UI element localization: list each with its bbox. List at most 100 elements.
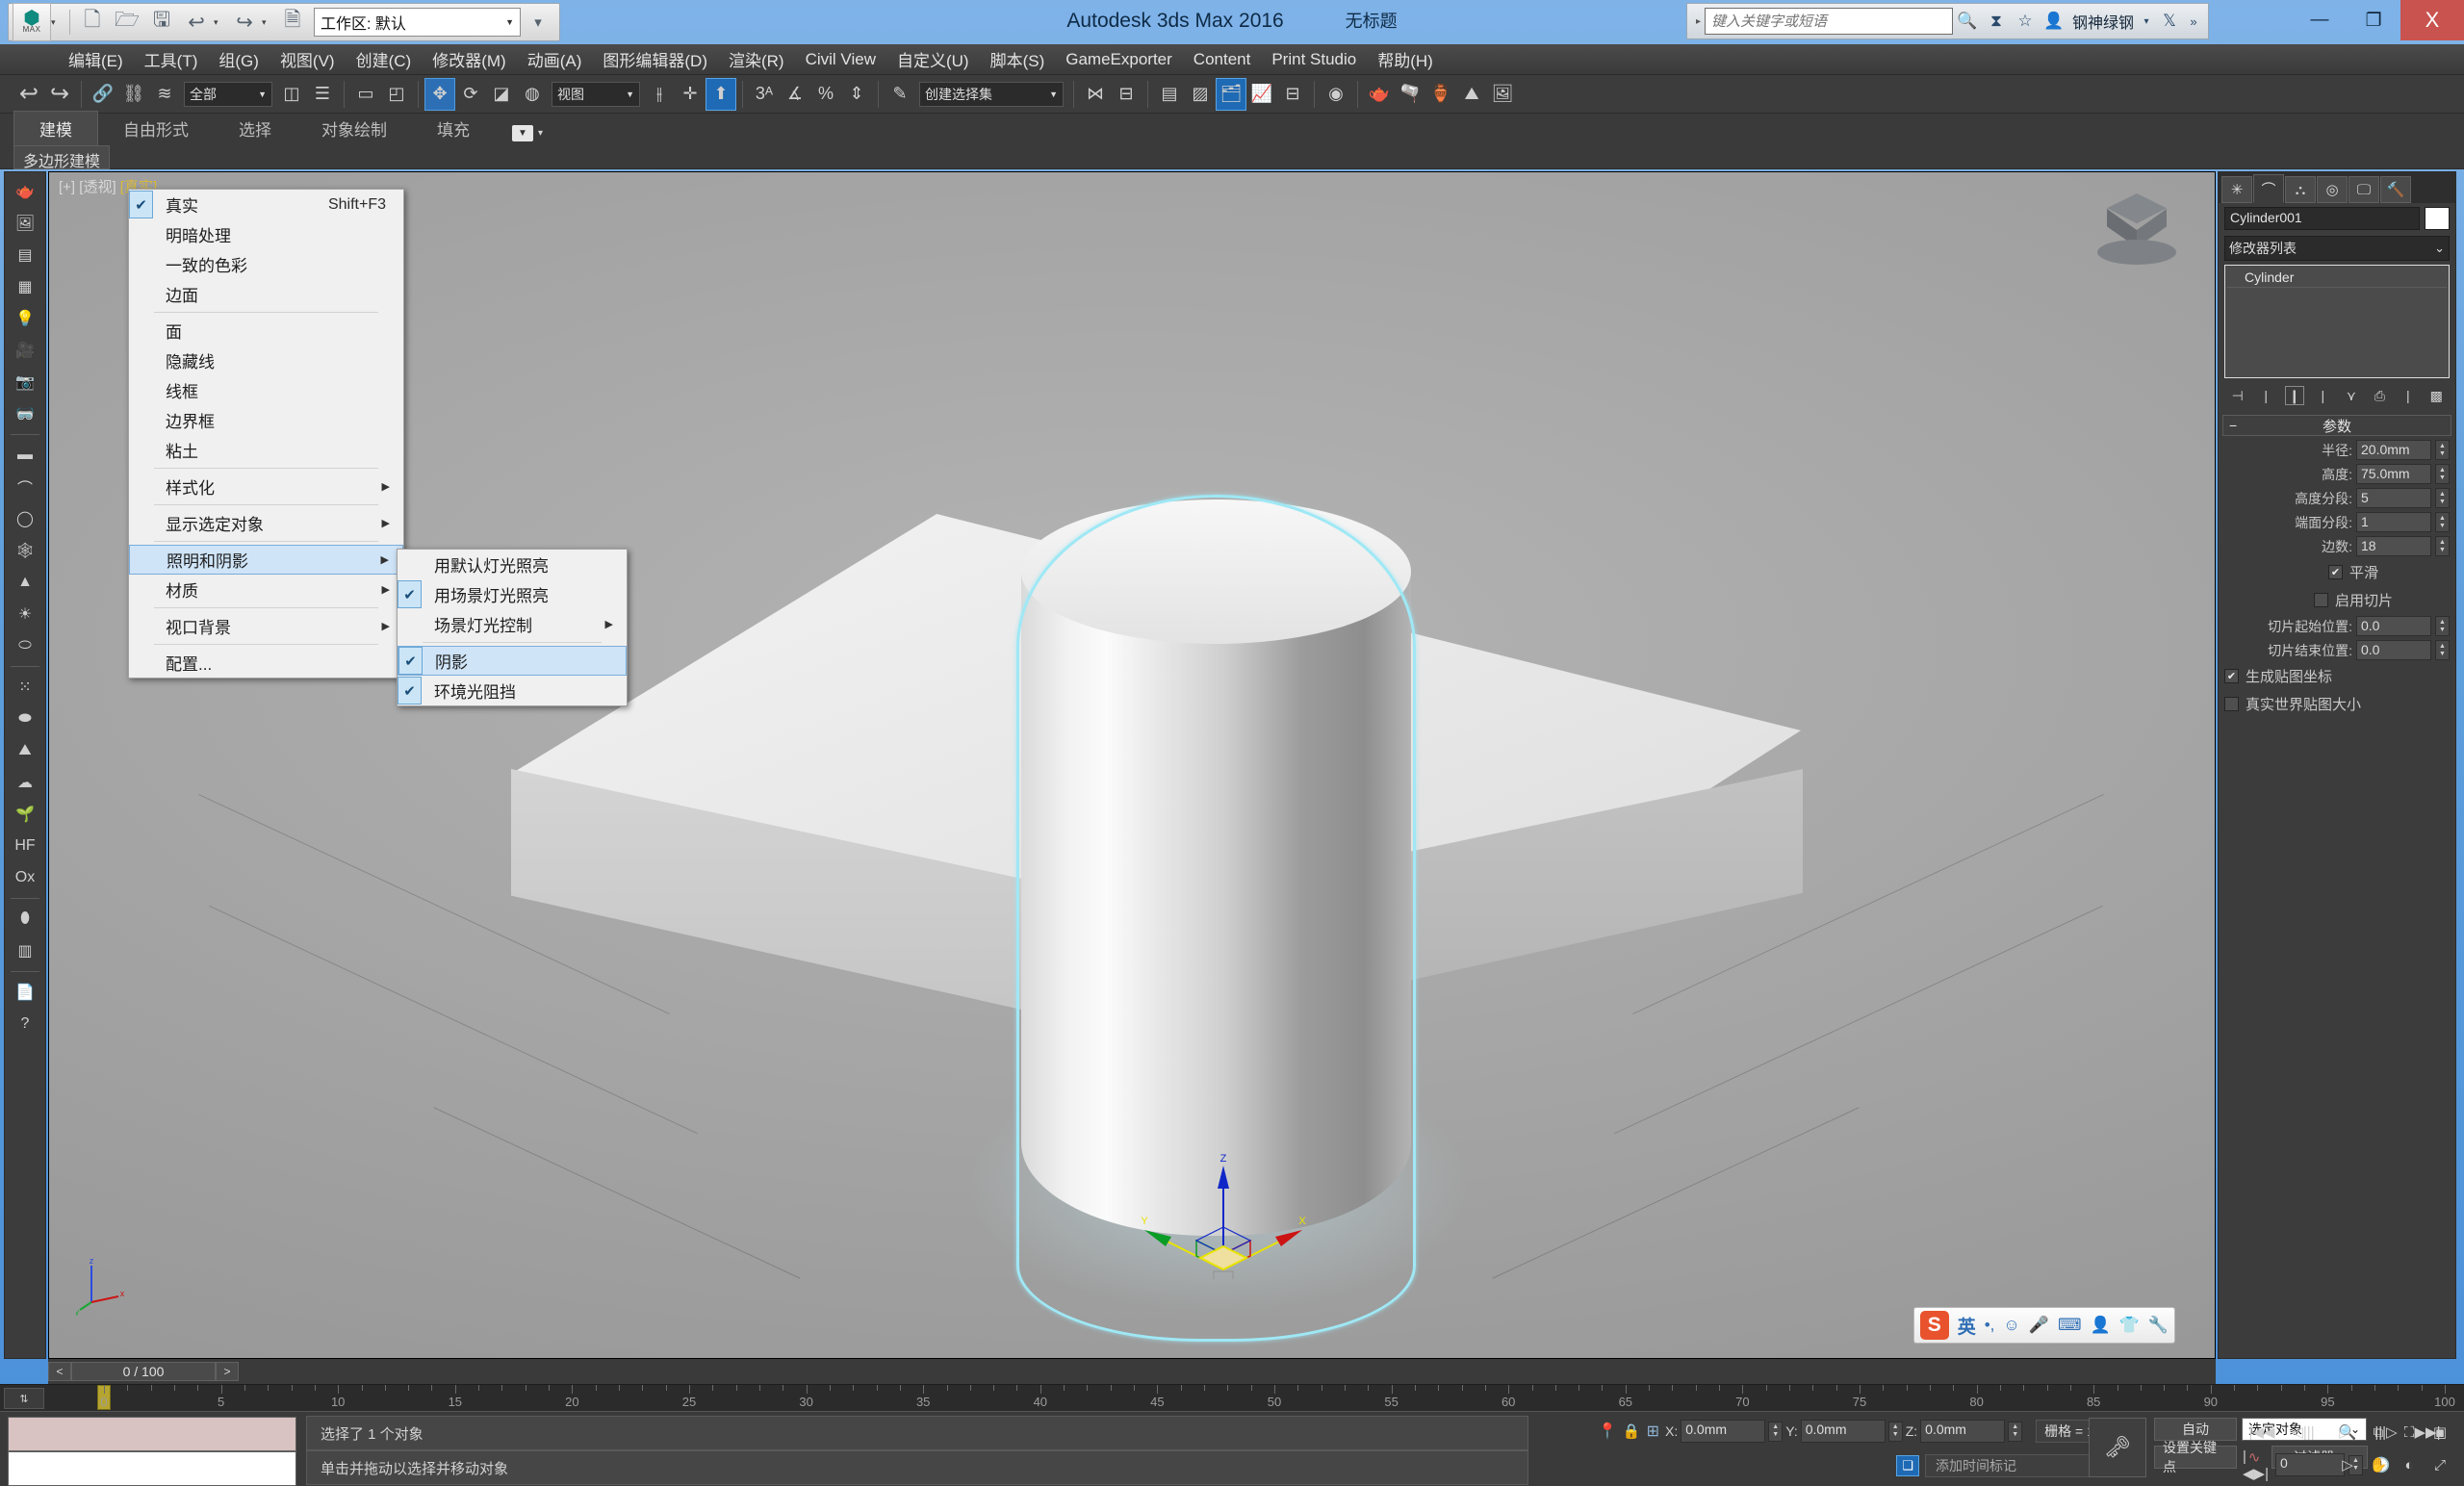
soft-keyboard-icon[interactable]: ⌨ <box>2058 1316 2082 1335</box>
emoji-icon[interactable]: ☺ <box>2003 1316 2019 1335</box>
render-production-button[interactable]: 🏺 <box>1425 78 1456 111</box>
zoom-all-button[interactable]: ⧉ <box>2364 1420 2393 1445</box>
search-binoculars-icon[interactable]: 🔍 <box>1953 7 1982 36</box>
context-menu-item-18[interactable]: 视口背景 ▶ <box>129 611 403 641</box>
modify-tab[interactable]: ⌒ <box>2253 174 2284 203</box>
context-menu-item-9[interactable]: 粘土 <box>129 435 403 465</box>
slice-parameter-0-spinner[interactable]: ▲ ▼ <box>2435 616 2450 636</box>
zoom-button[interactable]: 🔍 <box>2333 1420 2362 1445</box>
render-in-cloud-button[interactable]: ⛰ <box>1456 78 1487 111</box>
menu-item-修改器m[interactable]: 修改器(M) <box>422 44 516 74</box>
select-and-scale-button[interactable]: ◪ <box>486 78 517 111</box>
coordinate-1-spinner[interactable]: ▲ ▼ <box>1887 1421 1903 1442</box>
parameter-2-input[interactable]: 5 <box>2356 488 2431 508</box>
modifier-list-dropdown[interactable]: 修改器列表 ⌄ <box>2224 236 2450 261</box>
menu-item-组g[interactable]: 组(G) <box>208 44 270 74</box>
context-menu-item-3[interactable]: 边面 <box>129 279 403 309</box>
menu-item-civil view[interactable]: Civil View <box>795 47 886 72</box>
favorites-star-icon[interactable]: ☆ <box>2011 7 2040 36</box>
dome-primitive-icon[interactable]: ⌒ <box>8 473 42 501</box>
context-menu-item-11[interactable]: 样式化 ▶ <box>129 472 403 501</box>
rollout-collapse-icon[interactable]: − <box>2229 418 2237 433</box>
use-pivot-point-center-button[interactable]: ⫲ <box>644 78 675 111</box>
create-tab[interactable]: ✳ <box>2221 176 2252 203</box>
table-dialog-icon[interactable]: ▦ <box>8 272 42 301</box>
percent-snap-toggle-button[interactable]: ∡ <box>780 78 810 111</box>
menu-item-动画a[interactable]: 动画(A) <box>517 44 593 74</box>
material-preview-icon[interactable]: 🖼 <box>8 209 42 238</box>
user-dropdown-caret-icon[interactable]: ▾ <box>2138 7 2155 36</box>
modifier-stack-item[interactable]: Cylinder <box>2227 268 2447 288</box>
align-button[interactable]: ⊟ <box>1111 78 1142 111</box>
slice-parameter-1-input[interactable]: 0.0 <box>2356 640 2431 660</box>
box-primitive-icon[interactable]: ▬ <box>8 441 42 470</box>
cone-primitive-icon[interactable]: ▲ <box>8 568 42 597</box>
context-menu-item-5[interactable]: 面 <box>129 316 403 346</box>
menu-item-视图v[interactable]: 视图(V) <box>270 44 346 74</box>
orbit-button[interactable]: ◐ <box>2395 1452 2424 1477</box>
camera-icon[interactable]: 🎥 <box>8 336 42 365</box>
goto-start-button[interactable]: |◀◀ <box>2243 1420 2281 1445</box>
view-cube[interactable] <box>2095 193 2178 270</box>
boolean-icon[interactable]: ⬬ <box>8 705 42 733</box>
sogou-logo-icon[interactable]: S <box>1919 1311 1949 1340</box>
context-menu-item-2[interactable]: 一致的色彩 <box>129 249 403 279</box>
submenu-item-4[interactable]: ✔ 阴影 <box>398 646 627 676</box>
coordinate-0-input[interactable]: 0.0mm <box>1681 1420 1766 1443</box>
spinner-snap-toggle-button[interactable]: % <box>810 78 841 111</box>
parameter-0-input[interactable]: 20.0mm <box>2356 440 2431 460</box>
motion-tab[interactable]: ◎ <box>2317 176 2348 203</box>
param-bottom-check-1-checkbox[interactable] <box>2224 697 2239 711</box>
menu-item-print studio[interactable]: Print Studio <box>1261 47 1367 72</box>
edit-named-selection-sets-button[interactable]: ✎ <box>885 78 915 111</box>
chevron-down-icon[interactable]: ▾ <box>538 128 543 139</box>
minimize-button[interactable]: — <box>2293 0 2347 40</box>
ribbon-minimize-icon[interactable]: ▼ <box>512 125 533 141</box>
track-bar[interactable]: ⇅ 0 5 10 15 20 25 30 35 40 45 50 55 60 65 70 75 80 85 90 95… <box>0 1384 2464 1411</box>
material-editor-button[interactable]: ◉ <box>1321 78 1351 111</box>
menu-item-脚本s[interactable]: 脚本(S) <box>980 44 1056 74</box>
wire-teapot-icon[interactable]: 🕸 <box>8 536 42 565</box>
selection-filter-dropdown[interactable]: 全部 ▼ <box>184 81 272 107</box>
blob-icon[interactable]: ⬮ <box>8 905 42 934</box>
transform-gizmo[interactable]: Z Y X <box>1137 1154 1310 1279</box>
param-check-1-checkbox[interactable] <box>2313 593 2328 607</box>
redo-button[interactable]: ↪ <box>44 78 75 111</box>
punctuation-icon[interactable]: •, <box>1985 1316 1995 1335</box>
scene-explorer-button[interactable]: 🗂 <box>1216 77 1246 111</box>
teapot-primitive-icon[interactable]: 🫖 <box>8 177 42 206</box>
param-bottom-check-0-row[interactable]: ✔ 生成贴图坐标 <box>2219 662 2455 690</box>
view-cube-compass[interactable] <box>2097 240 2176 265</box>
time-slider-frame-field[interactable]: 0 / 100 <box>71 1362 216 1381</box>
param-bottom-check-0-checkbox[interactable]: ✔ <box>2224 669 2239 683</box>
zoom-extents-button[interactable]: ⛶ <box>2395 1420 2424 1445</box>
hair-and-fur-icon[interactable]: HF <box>8 832 42 860</box>
array-icon[interactable]: ⁙ <box>8 673 42 702</box>
pin-selection-icon[interactable]: 📍 <box>1598 1422 1617 1441</box>
parameter-4-spinner[interactable]: ▲ ▼ <box>2435 536 2450 556</box>
time-slider-next-button[interactable]: > <box>216 1362 239 1381</box>
ribbon-tab-对象绘制[interactable]: 对象绘制 <box>296 112 412 145</box>
settings-wrench-icon[interactable]: 🔧 <box>2148 1316 2169 1335</box>
mini-listener-input[interactable] <box>8 1451 296 1486</box>
ornatrix-icon[interactable]: Ox <box>8 863 42 892</box>
coordinate-2-spinner[interactable]: ▲ ▼ <box>2008 1421 2023 1442</box>
cloud-icon[interactable]: ☁ <box>8 768 42 797</box>
select-and-rotate-button[interactable]: ⟳ <box>455 78 486 111</box>
utilities-tab[interactable]: 🔨 <box>2380 176 2411 203</box>
select-object-button[interactable]: ◫ <box>276 78 307 111</box>
stereo-camera-icon[interactable]: 🥽 <box>8 399 42 428</box>
time-slider-prev-button[interactable]: < <box>48 1362 71 1381</box>
mirror-button[interactable]: ⋈ <box>1080 78 1111 111</box>
sogou-ime-bar[interactable]: S 英 •, ☺ 🎤 ⌨ 👤 👕 🔧 <box>1912 1307 2175 1344</box>
sphere-primitive-icon[interactable]: ◯ <box>8 504 42 533</box>
param-check-1-row[interactable]: 启用切片 <box>2219 586 2455 614</box>
viewport-shading-context-menu[interactable]: ✔ 真实 Shift+F3 明暗处理 一致的色彩 边面面隐藏线 线框 边界框 粘土 样式化 ▶ 显示选… <box>128 189 404 679</box>
autodesk-exchange-icon[interactable]: 𝕏 <box>2155 7 2184 36</box>
user-account-icon[interactable]: 👤 <box>2040 7 2068 36</box>
ribbon-tab-建模[interactable]: 建模 <box>13 111 98 145</box>
menu-item-帮助h[interactable]: 帮助(H) <box>1367 44 1444 74</box>
voice-input-icon[interactable]: 🎤 <box>2029 1316 2049 1335</box>
object-name-input[interactable]: Cylinder001 <box>2224 207 2420 230</box>
close-button[interactable]: X <box>2400 0 2464 40</box>
